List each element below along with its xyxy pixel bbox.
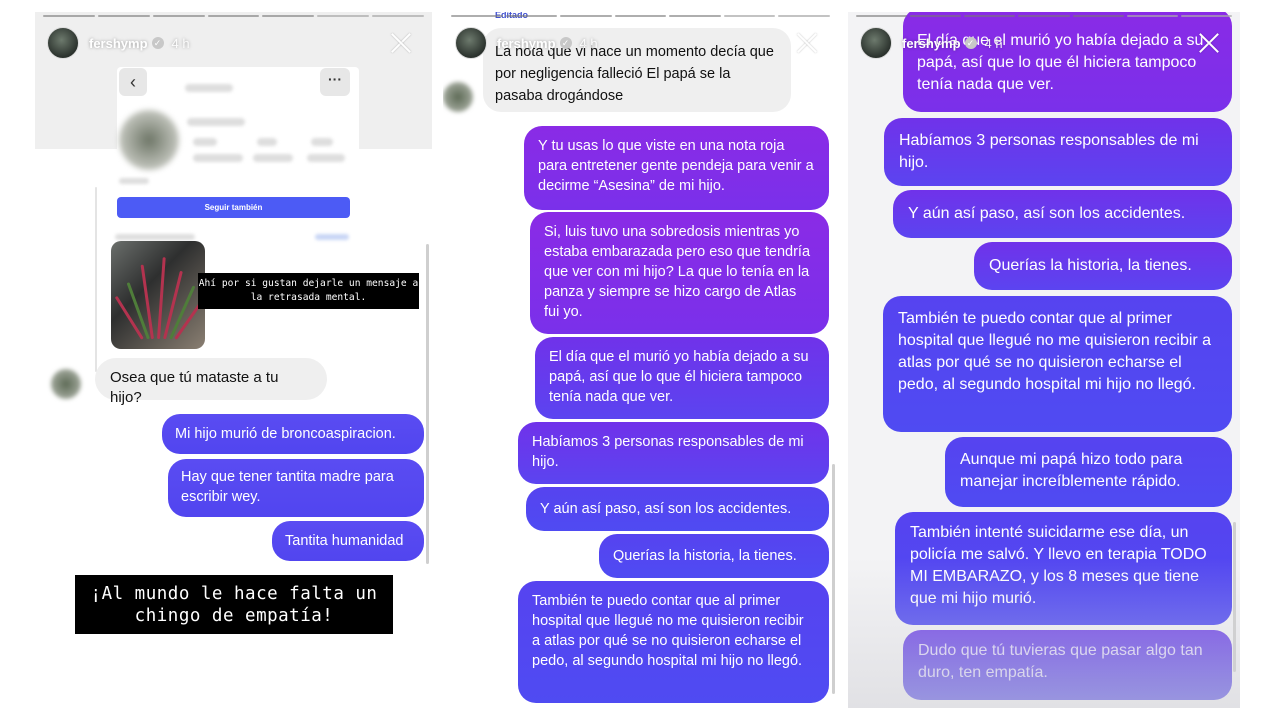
blurred-stat	[193, 138, 217, 146]
story-progress-bar	[451, 15, 831, 17]
follow-button[interactable]: Seguir también	[117, 197, 350, 218]
plant-photo	[111, 241, 205, 349]
blurred-stat	[257, 138, 277, 146]
username[interactable]: fershymp	[497, 36, 556, 51]
story-caption-big: ¡Al mundo le hace falta un chingo de emp…	[75, 575, 393, 634]
message-sent: Habíamos 3 personas responsables de mi h…	[518, 422, 829, 484]
scrollbar[interactable]	[832, 464, 835, 694]
story-header: fershymp ✓ 4 h	[455, 26, 828, 60]
message-sent: Hay que tener tantita madre para escribi…	[168, 459, 424, 517]
message-sent: Habíamos 3 personas responsables de mi h…	[884, 118, 1232, 186]
message-sent: También intenté suicidarme ese día, un p…	[895, 512, 1232, 625]
message-sent: Y aún así paso, así son los accidentes.	[526, 487, 829, 531]
avatar[interactable]	[47, 27, 79, 59]
post-time: 4 h	[171, 35, 190, 51]
blurred-line	[115, 234, 195, 240]
more-options-icon[interactable]: ···	[320, 68, 350, 96]
story-header: fershymp ✓ 4 h	[860, 26, 1230, 60]
post-time: 4 h	[984, 35, 1003, 51]
blurred-stat	[311, 138, 333, 146]
blurred-stat	[193, 154, 243, 162]
blurred-line	[119, 178, 149, 184]
message-received: Osea que tú mataste a tu hijo?	[95, 358, 327, 406]
story-panel-3: El día que el murió yo había dejado a su…	[848, 12, 1240, 708]
avatar[interactable]	[455, 27, 487, 59]
thread-line	[95, 187, 97, 372]
sender-avatar	[443, 82, 473, 112]
message-sent: Tantita humanidad	[272, 521, 424, 561]
blurred-name	[185, 84, 233, 92]
story-header: fershymp ✓ 4 h	[47, 26, 422, 60]
message-sent: También te puedo contar que al primer ho…	[518, 581, 829, 703]
close-icon[interactable]	[794, 30, 820, 56]
post-time: 4 h	[579, 35, 598, 51]
message-sent: Y aún así paso, así son los accidentes.	[893, 190, 1232, 238]
username[interactable]: fershymp	[89, 36, 148, 51]
message-sent: Querías la historia, la tienes.	[599, 534, 829, 578]
message-sent: También te puedo contar que al primer ho…	[883, 296, 1232, 432]
scrollbar[interactable]	[426, 244, 429, 564]
message-sent: Dudo que tú tuvieras que pasar algo tan …	[903, 630, 1232, 700]
close-icon[interactable]	[388, 30, 414, 56]
story-progress-bar	[43, 15, 425, 17]
blurred-line	[187, 118, 245, 126]
verified-badge-icon: ✓	[151, 37, 164, 49]
blurred-avatar	[119, 110, 179, 170]
message-sent: Aunque mi papá hizo todo para manejar in…	[945, 437, 1232, 507]
avatar[interactable]	[860, 27, 892, 59]
message-sent: Mi hijo murió de broncoaspiracion.	[162, 414, 424, 454]
message-sent: Querías la historia, la tienes.	[974, 242, 1232, 290]
message-sent: El día que el murió yo había dejado a su…	[535, 337, 829, 419]
blurred-line	[315, 234, 349, 240]
blurred-stat	[253, 154, 293, 162]
blurred-stat	[307, 154, 345, 162]
story-panel-2: Editado fershymp ✓ 4 h La nota que vi ha…	[443, 12, 838, 708]
sender-avatar	[51, 369, 81, 399]
message-sent: Y tu usas lo que viste en una nota roja …	[524, 126, 829, 210]
close-icon[interactable]	[1196, 30, 1222, 56]
username[interactable]: fershymp	[902, 36, 961, 51]
story-panel-1: fershymp ✓ 4 h ‹ ··· Seguir también Ahí …	[35, 12, 432, 708]
back-arrow-icon[interactable]: ‹	[119, 68, 147, 96]
story-caption-small: Ahí por si gustan dejarle un mensaje a l…	[198, 273, 419, 309]
scrollbar[interactable]	[1233, 522, 1236, 672]
verified-badge-icon: ✓	[964, 37, 977, 49]
story-progress-bar	[856, 15, 1232, 17]
verified-badge-icon: ✓	[559, 37, 572, 49]
message-sent: Si, luis tuvo una sobredosis mientras yo…	[530, 212, 829, 334]
